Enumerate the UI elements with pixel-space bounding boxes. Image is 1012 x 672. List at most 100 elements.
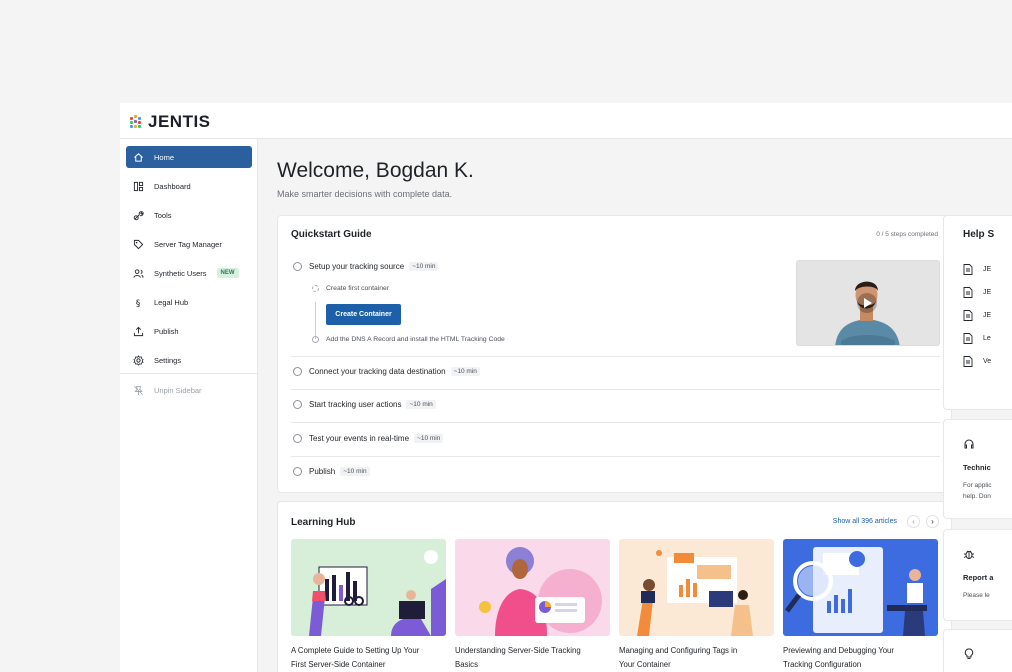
help-link[interactable]: JE — [963, 310, 991, 321]
sidebar-item-label: Home — [154, 152, 175, 162]
step-radio[interactable] — [293, 367, 302, 376]
substep-radio — [312, 336, 319, 343]
document-icon — [963, 264, 973, 275]
top-bar: JENTIS — [120, 103, 1012, 139]
step-test-events[interactable]: Test your events in real-time ~10 min — [293, 434, 444, 443]
step-divider — [291, 356, 940, 357]
substep-connector — [315, 302, 316, 339]
settings-icon — [131, 353, 145, 367]
sidebar-item-label: Dashboard — [154, 181, 191, 191]
step-start-tracking[interactable]: Start tracking user actions ~10 min — [293, 400, 436, 409]
document-icon — [963, 356, 973, 367]
sidebar-divider — [120, 373, 258, 374]
substep-radio — [312, 285, 319, 292]
article-title-line: A Complete Guide to Setting Up Your — [291, 646, 420, 655]
article-title[interactable]: Understanding Server-Side Tracking Basic… — [455, 644, 610, 672]
bug-icon — [963, 550, 975, 560]
step-setup-tracking-source[interactable]: Setup your tracking source ~10 min — [293, 262, 439, 271]
step-radio[interactable] — [293, 434, 302, 443]
sidebar-item-dashboard[interactable]: Dashboard — [126, 175, 252, 197]
unpin-sidebar-label: Unpin Sidebar — [154, 385, 202, 395]
help-link[interactable]: Ve — [963, 356, 991, 367]
technical-support-title: Technic — [963, 463, 991, 472]
help-link-label: JE — [983, 289, 992, 296]
sidebar-item-label: Server Tag Manager — [154, 239, 222, 249]
app-window: JENTIS Home Dashboard Tools Server Tag M… — [120, 103, 1012, 672]
step-label: Test your events in real-time — [309, 434, 410, 443]
help-link[interactable]: Le — [963, 333, 991, 344]
document-icon — [963, 310, 973, 321]
step-label: Start tracking user actions — [309, 400, 402, 409]
show-all-articles-link[interactable]: Show all 396 articles — [833, 518, 897, 525]
lightbulb-icon — [964, 648, 974, 659]
quickstart-video[interactable] — [796, 260, 940, 346]
article-title-line: Your Container — [619, 660, 671, 669]
substep-label: Create first container — [326, 285, 390, 292]
tools-icon — [131, 208, 145, 222]
section-icon: § — [131, 295, 145, 309]
sidebar-item-legal-hub[interactable]: § Legal Hub — [126, 291, 252, 313]
new-badge: NEW — [216, 268, 239, 278]
sidebar-item-publish[interactable]: Publish — [126, 320, 252, 342]
sidebar-item-synthetic-users[interactable]: Synthetic Users NEW — [126, 262, 252, 284]
step-publish[interactable]: Publish ~10 min — [293, 467, 370, 476]
article-title-line: Tracking Configuration — [783, 660, 862, 669]
unpin-icon — [131, 383, 145, 397]
help-link[interactable]: JE — [963, 264, 991, 275]
document-icon — [963, 287, 973, 298]
step-radio[interactable] — [293, 400, 302, 409]
step-divider — [291, 456, 940, 457]
report-issue-card[interactable]: Report a Please le — [943, 529, 1012, 621]
quickstart-title: Quickstart Guide — [291, 229, 372, 240]
report-issue-text: Please le — [963, 592, 990, 599]
sidebar: Home Dashboard Tools Server Tag Manager … — [120, 139, 258, 672]
report-issue-title: Report a — [963, 573, 994, 582]
step-connect-destination[interactable]: Connect your tracking data destination ~… — [293, 367, 480, 376]
create-container-button[interactable]: Create Container — [326, 304, 401, 325]
article-thumbnail[interactable] — [619, 539, 774, 636]
headset-icon — [964, 439, 974, 449]
article-thumbnail[interactable] — [291, 539, 446, 636]
technical-support-card[interactable]: Technic For applic help. Don — [943, 419, 1012, 519]
sidebar-item-tools[interactable]: Tools — [126, 204, 252, 226]
step-label: Publish — [309, 467, 336, 476]
article-title[interactable]: Previewing and Debugging Your Tracking C… — [783, 644, 938, 672]
unpin-sidebar-button[interactable]: Unpin Sidebar — [126, 379, 252, 401]
article-thumbnail[interactable] — [455, 539, 610, 636]
article-title[interactable]: A Complete Guide to Setting Up Your Firs… — [291, 644, 446, 672]
help-link-label: Le — [983, 335, 991, 342]
video-thumbnail-person — [797, 261, 939, 345]
home-icon — [131, 150, 145, 164]
article-title-line: Basics — [455, 660, 478, 669]
step-divider — [291, 422, 940, 423]
step-label: Setup your tracking source — [309, 262, 405, 271]
step-radio[interactable] — [293, 262, 302, 271]
sidebar-item-settings[interactable]: Settings — [126, 349, 252, 371]
article-title[interactable]: Managing and Configuring Tags in Your Co… — [619, 644, 774, 672]
article-thumbnail[interactable] — [783, 539, 938, 636]
sidebar-item-label: Legal Hub — [154, 297, 189, 307]
step-divider — [291, 389, 940, 390]
tag-icon — [131, 237, 145, 251]
help-link-label: JE — [983, 266, 992, 273]
brand-name: JENTIS — [148, 112, 211, 131]
jentis-logo[interactable]: JENTIS — [129, 112, 211, 132]
prev-arrow-icon[interactable]: ‹ — [907, 515, 920, 528]
step-label: Connect your tracking data destination — [309, 367, 446, 376]
help-link[interactable]: JE — [963, 287, 991, 298]
step-radio[interactable] — [293, 467, 302, 476]
page-subtitle: Make smarter decisions with complete dat… — [277, 189, 453, 199]
step-duration: ~10 min — [340, 467, 370, 476]
next-arrow-icon[interactable]: › — [926, 515, 939, 528]
quickstart-card: Quickstart Guide 0 / 5 steps completed S… — [277, 215, 952, 493]
learning-hub-card: Learning Hub Show all 396 articles ‹ › A… — [277, 501, 952, 672]
sidebar-item-home[interactable]: Home — [126, 146, 252, 168]
step-duration: ~10 min — [414, 434, 444, 443]
sidebar-item-server-tag-manager[interactable]: Server Tag Manager — [126, 233, 252, 255]
learning-hub-title: Learning Hub — [291, 517, 356, 528]
article-title-line: First Server-Side Container — [291, 660, 386, 669]
help-title: Help S — [963, 229, 995, 240]
tips-card[interactable] — [943, 629, 1012, 672]
document-icon — [963, 333, 973, 344]
svg-text:§: § — [135, 298, 140, 308]
